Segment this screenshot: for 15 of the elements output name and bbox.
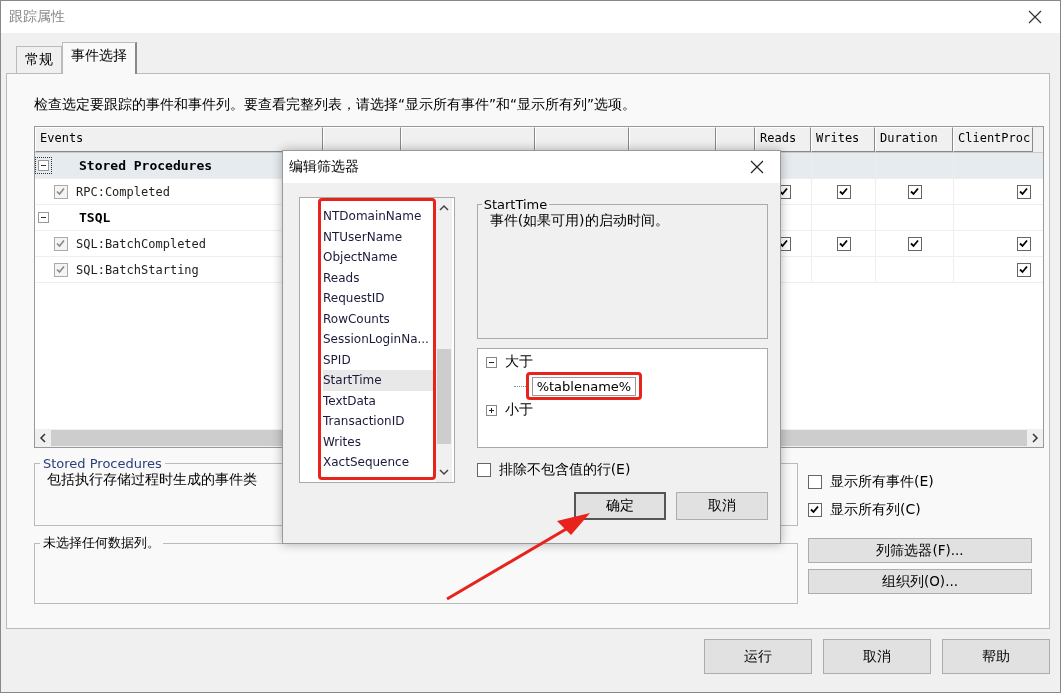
event-name: RPC:Completed — [76, 184, 170, 199]
column-description: 事件(如果可用)的启动时间。 — [489, 212, 670, 230]
event-description: 包括执行存储过程时生成的事件类 — [47, 471, 257, 489]
checkbox-label: 显示所有事件(E) — [830, 473, 934, 491]
group-title: Stored Procedures — [42, 456, 163, 471]
dialog-title: 编辑筛选器 — [289, 158, 359, 176]
category-name: Stored Procedures — [79, 158, 213, 173]
checkbox-label: 显示所有列(C) — [830, 501, 921, 519]
group-title: 未选择任何数据列。 — [42, 534, 161, 552]
event-name: SQL:BatchCompleted — [76, 236, 207, 251]
event-name: SQL:BatchStarting — [76, 262, 199, 277]
category-name: TSQL — [79, 210, 111, 225]
window-title: 跟踪属性 — [9, 8, 65, 26]
instructions-text: 检查选定要跟踪的事件和事件列。要查看完整列表，请选择“显示所有事件”和“显示所有列”选项。 — [34, 96, 637, 114]
checkbox-label: 排除不包含值的行(E) — [498, 461, 631, 479]
